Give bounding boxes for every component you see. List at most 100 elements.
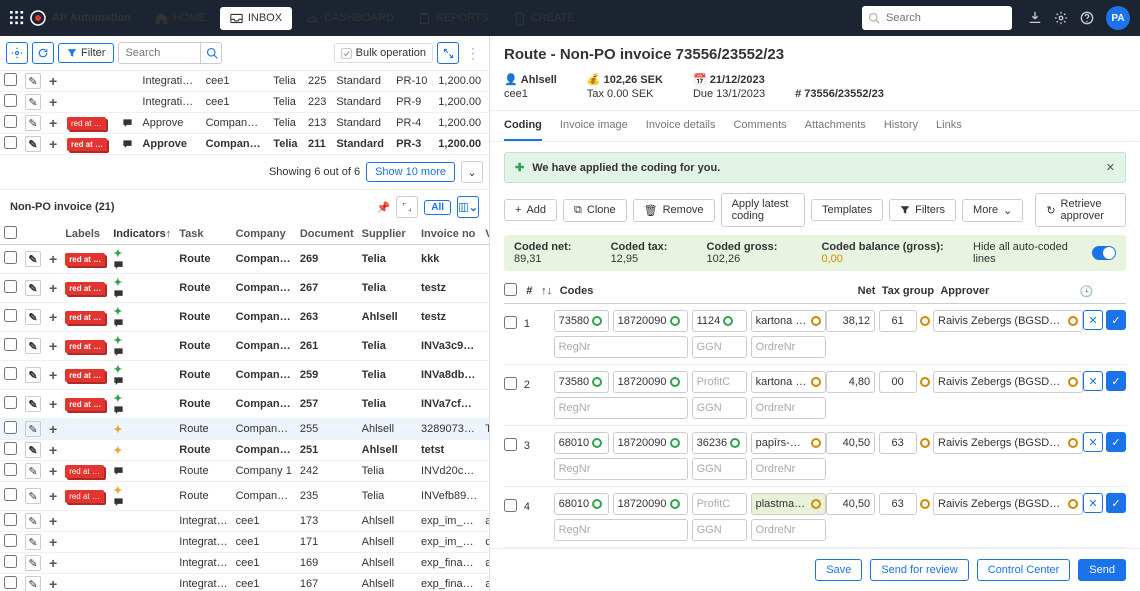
row-checkbox[interactable]	[4, 338, 17, 351]
col-invoice[interactable]: Invoice no	[417, 224, 481, 245]
templates-button[interactable]: Templates	[811, 199, 883, 221]
help-icon[interactable]	[1080, 11, 1094, 25]
remove-line-button[interactable]: ✕	[1083, 371, 1103, 391]
send-button[interactable]: Send	[1078, 559, 1126, 581]
approver-field[interactable]: Raivis Zebergs (BGSD46)	[933, 371, 1083, 393]
edit-icon[interactable]: ✎	[25, 94, 41, 110]
ordrenr-field[interactable]: OrdreNr	[751, 397, 826, 419]
row-checkbox[interactable]	[4, 309, 17, 322]
expand-icon[interactable]: +	[49, 309, 57, 325]
nav-home[interactable]: HOME	[145, 7, 216, 30]
edit-icon[interactable]: ✎	[25, 488, 41, 504]
save-button[interactable]: Save	[815, 559, 862, 581]
expand-icon[interactable]: +	[49, 251, 57, 267]
show-more-button[interactable]: Show 10 more	[366, 162, 455, 182]
filter-button[interactable]: Filter	[58, 43, 114, 63]
edit-icon[interactable]: ✎	[25, 576, 41, 591]
col-supplier[interactable]: Supplier	[358, 224, 417, 245]
gear-icon[interactable]	[1054, 11, 1068, 25]
code-field[interactable]: ProfitC	[692, 493, 747, 515]
tab-comments[interactable]: Comments	[733, 111, 786, 141]
edit-icon[interactable]: ✎	[25, 534, 41, 550]
nav-create[interactable]: CREATE	[503, 7, 585, 30]
edit-icon[interactable]: ✎	[25, 442, 41, 458]
col-indicators[interactable]: Indicators↑	[109, 224, 175, 245]
code-field[interactable]: 73580	[554, 371, 609, 393]
clone-button[interactable]: ⧉ Clone	[563, 199, 627, 222]
table-row[interactable]: ✎ + red at … ✦ RouteCompan…263Ahlselltes…	[0, 303, 489, 332]
code-field[interactable]: 36236	[692, 432, 747, 454]
expand-icon[interactable]: +	[49, 442, 57, 458]
row-checkbox[interactable]	[4, 442, 17, 455]
row-checkbox[interactable]	[4, 94, 17, 107]
edit-icon[interactable]: ✎	[25, 396, 41, 412]
hide-autocoded-toggle[interactable]	[1092, 246, 1116, 260]
control-center-button[interactable]: Control Center	[977, 559, 1071, 581]
confirm-line-button[interactable]: ✓	[1106, 371, 1126, 391]
row-checkbox[interactable]	[4, 576, 17, 589]
table-row[interactable]: ✎ + red at … ✦ RouteCompan…269Teliakkk10…	[0, 245, 489, 274]
expand-icon[interactable]: +	[49, 513, 57, 529]
code-field[interactable]: 73580	[554, 310, 609, 332]
refresh-button[interactable]	[32, 42, 54, 64]
expand-icon[interactable]: +	[49, 576, 57, 591]
pin-icon[interactable]: 📌	[377, 201, 391, 214]
add-button[interactable]: + Add	[504, 199, 557, 221]
edit-icon[interactable]: ✎	[25, 136, 41, 152]
table-row[interactable]: ✎ + Integrat…cee1167Ahlsellexp_fina…aa8a…	[0, 574, 489, 591]
regnr-field[interactable]: RegNr	[554, 519, 688, 541]
global-search-input[interactable]	[862, 6, 1012, 30]
confirm-line-button[interactable]: ✓	[1106, 310, 1126, 330]
expand-icon[interactable]: +	[49, 488, 57, 504]
table-row[interactable]: ✎ + ✦ RouteCompan…251Ahlselltetst10.00	[0, 440, 489, 461]
more-icon[interactable]: ⋮	[463, 45, 483, 62]
row-checkbox[interactable]	[4, 534, 17, 547]
row-checkbox[interactable]	[4, 280, 17, 293]
ggn-field[interactable]: GGN	[692, 397, 747, 419]
table-row[interactable]: ✎ + Integrati…cee1Telia223StandardPR-91,…	[0, 92, 489, 113]
tab-invoice-details[interactable]: Invoice details	[646, 111, 716, 141]
approver-field[interactable]: Raivis Zebergs (BGSD46)	[933, 432, 1083, 454]
col-company[interactable]: Company	[232, 224, 296, 245]
table-row[interactable]: ✎ + Integrati…cee1Telia225StandardPR-101…	[0, 71, 489, 92]
remove-line-button[interactable]: ✕	[1083, 432, 1103, 452]
chevron-down-button[interactable]: ⌄	[461, 161, 483, 183]
tab-invoice-image[interactable]: Invoice image	[560, 111, 628, 141]
code-field[interactable]: 68010	[554, 432, 609, 454]
approver-field[interactable]: Raivis Zebergs (BGSD46)	[933, 493, 1083, 515]
code-field[interactable]: 68010	[554, 493, 609, 515]
approver-field[interactable]: Raivis Zebergs (BGSD46)	[933, 310, 1083, 332]
tax-input[interactable]	[879, 371, 917, 393]
table-row[interactable]: ✎ + Integrat…cee1171Ahlsellexp_im_…cc6b7…	[0, 532, 489, 553]
col-voucher[interactable]: Voucher nu…	[481, 224, 489, 245]
edit-icon[interactable]: ✎	[25, 115, 41, 131]
line-checkbox[interactable]	[504, 499, 517, 512]
regnr-field[interactable]: RegNr	[554, 397, 688, 419]
filters-button[interactable]: Filters	[889, 199, 956, 221]
edit-icon[interactable]: ✎	[25, 338, 41, 354]
code-field[interactable]: ProfitC	[692, 371, 747, 393]
edit-icon[interactable]: ✎	[25, 251, 41, 267]
select-all-lines[interactable]	[504, 283, 517, 296]
expand-section-button[interactable]	[396, 196, 418, 218]
nav-reports[interactable]: REPORTS	[408, 7, 499, 30]
tab-links[interactable]: Links	[936, 111, 962, 141]
tax-input[interactable]	[879, 310, 917, 332]
row-checkbox[interactable]	[4, 367, 17, 380]
expand-icon[interactable]: +	[49, 94, 57, 110]
row-checkbox[interactable]	[4, 463, 17, 476]
net-input[interactable]	[826, 310, 876, 332]
apps-icon[interactable]	[10, 11, 24, 25]
row-checkbox[interactable]	[4, 396, 17, 409]
columns-button[interactable]: ⌄	[457, 196, 479, 218]
table-row[interactable]: ✎ + red at … ApproveCompan…Telia213Stand…	[0, 113, 489, 134]
table-row[interactable]: ✎ + Integrat…cee1169Ahlsellexp_fina…a12a…	[0, 553, 489, 574]
row-checkbox[interactable]	[4, 136, 17, 149]
confirm-line-button[interactable]: ✓	[1106, 493, 1126, 513]
code-field[interactable]: 18720090	[613, 371, 688, 393]
ggn-field[interactable]: GGN	[692, 458, 747, 480]
edit-icon[interactable]: ✎	[25, 463, 41, 479]
code-field[interactable]: 1124	[692, 310, 747, 332]
regnr-field[interactable]: RegNr	[554, 336, 688, 358]
edit-icon[interactable]: ✎	[25, 555, 41, 571]
